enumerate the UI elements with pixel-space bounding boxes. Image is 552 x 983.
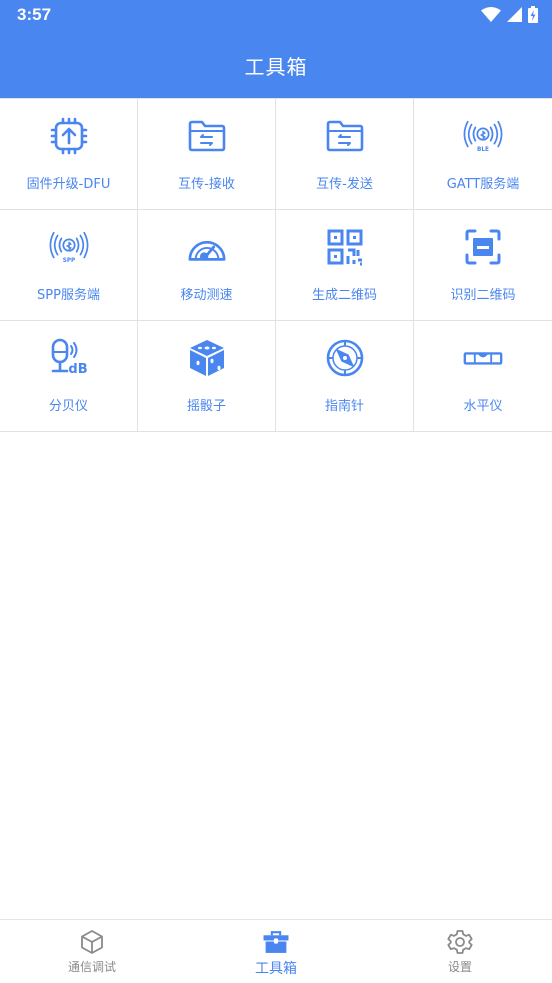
qr-code-icon xyxy=(325,227,365,267)
tool-label: 生成二维码 xyxy=(311,288,377,303)
dice-icon xyxy=(187,338,227,378)
tool-transfer-receive[interactable]: 互传-接收 xyxy=(138,99,276,210)
nav-tab-comm-debug[interactable]: 通信调试 xyxy=(32,920,152,983)
cube-icon xyxy=(81,930,103,954)
tool-label: SPP服务端 xyxy=(37,288,100,303)
speedometer-icon xyxy=(187,227,227,267)
tool-gatt-server[interactable]: BLE GATT服务端 xyxy=(414,99,552,210)
spirit-level-icon xyxy=(463,338,503,378)
tool-label: 互传-接收 xyxy=(178,177,235,192)
status-time: 3:57 xyxy=(17,5,52,24)
nav-label: 通信调试 xyxy=(67,960,116,974)
tool-label: 指南针 xyxy=(324,399,364,414)
tool-transfer-send[interactable]: 互传-发送 xyxy=(276,99,414,210)
status-bar: 3:57 xyxy=(0,0,552,30)
ble-broadcast-icon: BLE xyxy=(463,116,503,156)
signal-icon xyxy=(507,7,522,22)
settings-gear-icon xyxy=(447,930,473,954)
tool-decibel-meter[interactable]: dB 分贝仪 xyxy=(0,321,138,432)
svg-text:SPP: SPP xyxy=(62,258,74,264)
nav-tab-toolbox[interactable]: 工具箱 xyxy=(216,920,336,983)
tool-label: 摇骰子 xyxy=(186,399,226,414)
tool-grid: 固件升级-DFU 互传-接收 互传-发送 BLE GATT服务端 SPP SPP… xyxy=(0,98,552,432)
nav-label: 工具箱 xyxy=(255,961,297,977)
scan-icon xyxy=(463,227,503,267)
app-bar: 工具箱 xyxy=(0,30,552,98)
spp-broadcast-icon: SPP xyxy=(49,227,89,267)
tool-label: 互传-发送 xyxy=(316,177,373,192)
tool-label: 水平仪 xyxy=(463,399,503,414)
tool-label: 移动测速 xyxy=(180,288,233,303)
bottom-nav: 通信调试 工具箱 设置 xyxy=(0,919,552,983)
tool-spirit-level[interactable]: 水平仪 xyxy=(414,321,552,432)
tool-roll-dice[interactable]: 摇骰子 xyxy=(138,321,276,432)
nav-label: 设置 xyxy=(447,960,472,974)
folder-receive-icon xyxy=(187,116,227,156)
tool-scan-qr[interactable]: 识别二维码 xyxy=(414,210,552,321)
svg-text:dB: dB xyxy=(68,362,87,377)
tool-label: 固件升级-DFU xyxy=(26,177,111,192)
tool-speed-test[interactable]: 移动测速 xyxy=(138,210,276,321)
battery-charging-icon xyxy=(528,6,538,23)
tool-spp-server[interactable]: SPP SPP服务端 xyxy=(0,210,138,321)
status-icons xyxy=(481,6,538,23)
decibel-meter-icon: dB xyxy=(49,338,89,378)
toolbox-icon xyxy=(263,931,289,953)
svg-text:BLE: BLE xyxy=(477,147,489,153)
tool-generate-qr[interactable]: 生成二维码 xyxy=(276,210,414,321)
wifi-icon xyxy=(481,6,501,22)
nav-tab-settings[interactable]: 设置 xyxy=(400,920,520,983)
tool-firmware-dfu[interactable]: 固件升级-DFU xyxy=(0,99,138,210)
tool-label: 分贝仪 xyxy=(48,399,88,414)
tool-compass[interactable]: 指南针 xyxy=(276,321,414,432)
tool-label: 识别二维码 xyxy=(450,288,516,303)
tool-label: GATT服务端 xyxy=(446,177,520,192)
chip-upload-icon xyxy=(49,116,89,156)
page-title: 工具箱 xyxy=(244,55,308,79)
compass-icon xyxy=(325,338,365,378)
folder-send-icon xyxy=(325,116,365,156)
